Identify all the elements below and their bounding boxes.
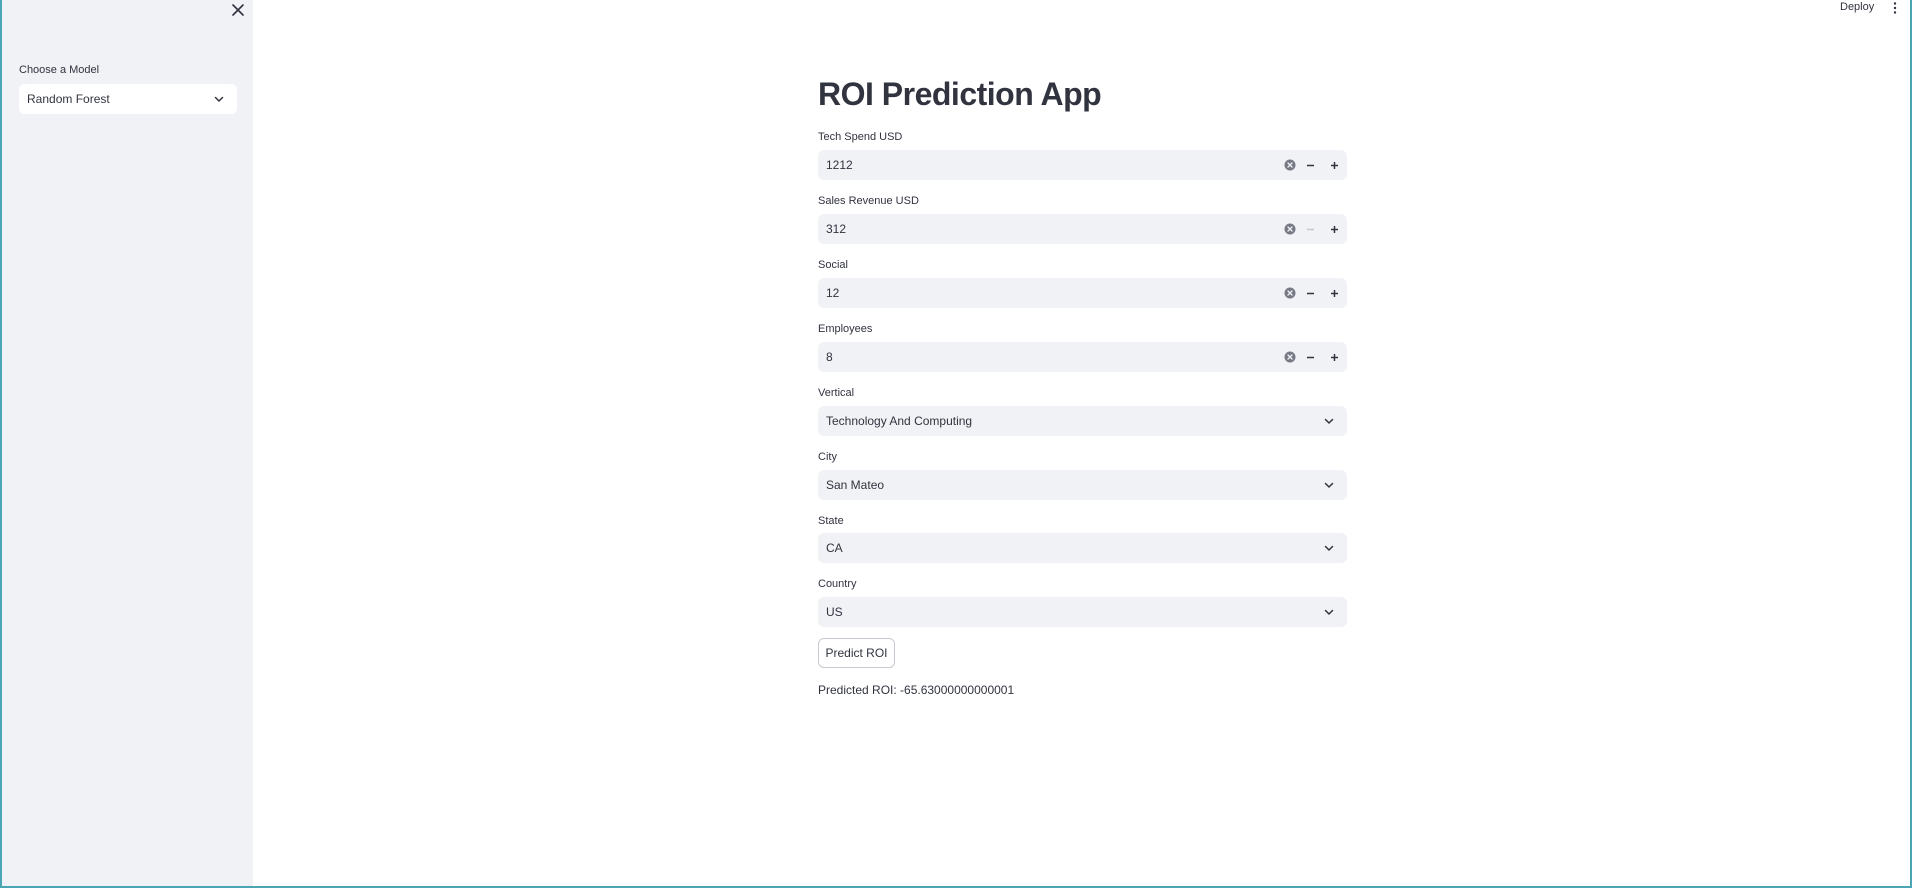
sales-revenue-decrement-button[interactable]: [1300, 219, 1320, 239]
model-select-value: Random Forest: [27, 92, 110, 106]
app-window: Choose a Model Random Forest Deploy ROI …: [0, 0, 1912, 888]
plus-icon: [1330, 161, 1338, 169]
country-select[interactable]: US: [818, 597, 1347, 627]
city-select[interactable]: San Mateo: [818, 470, 1347, 500]
plus-icon: [1330, 353, 1338, 361]
plus-icon: [1330, 289, 1338, 297]
employees-decrement-button[interactable]: [1300, 347, 1320, 367]
minus-icon: [1306, 164, 1314, 166]
sidebar: Choose a Model Random Forest: [2, 0, 253, 886]
minus-icon: [1306, 228, 1314, 230]
social-value: 12: [826, 286, 840, 300]
state-label: State: [818, 515, 844, 527]
tech-spend-label: Tech Spend USD: [818, 131, 903, 143]
city-select-value: San Mateo: [826, 478, 885, 492]
close-sidebar-button[interactable]: [228, 0, 248, 20]
minus-icon: [1306, 292, 1314, 294]
sales-revenue-value: 312: [826, 222, 847, 236]
country-select-value: US: [826, 605, 843, 619]
vertical-select[interactable]: Technology And Computing: [818, 406, 1347, 436]
employees-input[interactable]: 8: [818, 342, 1347, 372]
state-select-value: CA: [826, 541, 843, 555]
chevron-down-icon: [1323, 415, 1335, 427]
chevron-down-icon: [1323, 606, 1335, 618]
predicted-roi-text: Predicted ROI: -65.63000000000001: [818, 683, 1015, 697]
social-decrement-button[interactable]: [1300, 283, 1320, 303]
social-input[interactable]: 12: [818, 278, 1347, 308]
employees-value: 8: [826, 350, 833, 364]
vertical-select-value: Technology And Computing: [826, 414, 973, 428]
predict-roi-button[interactable]: Predict ROI: [818, 638, 895, 668]
model-select-label: Choose a Model: [19, 64, 100, 76]
tech-spend-input[interactable]: 1212: [818, 150, 1347, 180]
deploy-button[interactable]: Deploy: [1840, 1, 1874, 13]
tech-spend-decrement-button[interactable]: [1300, 155, 1320, 175]
sales-revenue-increment-button[interactable]: [1324, 219, 1344, 239]
chevron-down-icon: [213, 93, 225, 105]
model-select[interactable]: Random Forest: [19, 84, 237, 114]
clear-circle-icon[interactable]: [1284, 287, 1296, 299]
page-title: ROI Prediction App: [818, 76, 1102, 112]
clear-circle-icon[interactable]: [1284, 159, 1296, 171]
country-label: Country: [818, 578, 857, 590]
tech-spend-increment-button[interactable]: [1324, 155, 1344, 175]
clear-circle-icon[interactable]: [1284, 223, 1296, 235]
sales-revenue-label: Sales Revenue USD: [818, 195, 919, 207]
vertical-label: Vertical: [818, 387, 855, 399]
main-menu-button[interactable]: [1888, 1, 1902, 15]
plus-icon: [1330, 225, 1338, 233]
employees-increment-button[interactable]: [1324, 347, 1344, 367]
employees-label: Employees: [818, 323, 873, 335]
clear-circle-icon[interactable]: [1284, 351, 1296, 363]
social-label: Social: [818, 259, 848, 271]
tech-spend-value: 1212: [826, 158, 853, 172]
minus-icon: [1306, 356, 1314, 358]
sales-revenue-input[interactable]: 312: [818, 214, 1347, 244]
state-select[interactable]: CA: [818, 533, 1347, 563]
chevron-down-icon: [1323, 479, 1335, 491]
social-increment-button[interactable]: [1324, 283, 1344, 303]
kebab-menu-icon: [1893, 2, 1897, 14]
city-label: City: [818, 451, 837, 463]
close-icon: [232, 4, 244, 16]
chevron-down-icon: [1323, 542, 1335, 554]
